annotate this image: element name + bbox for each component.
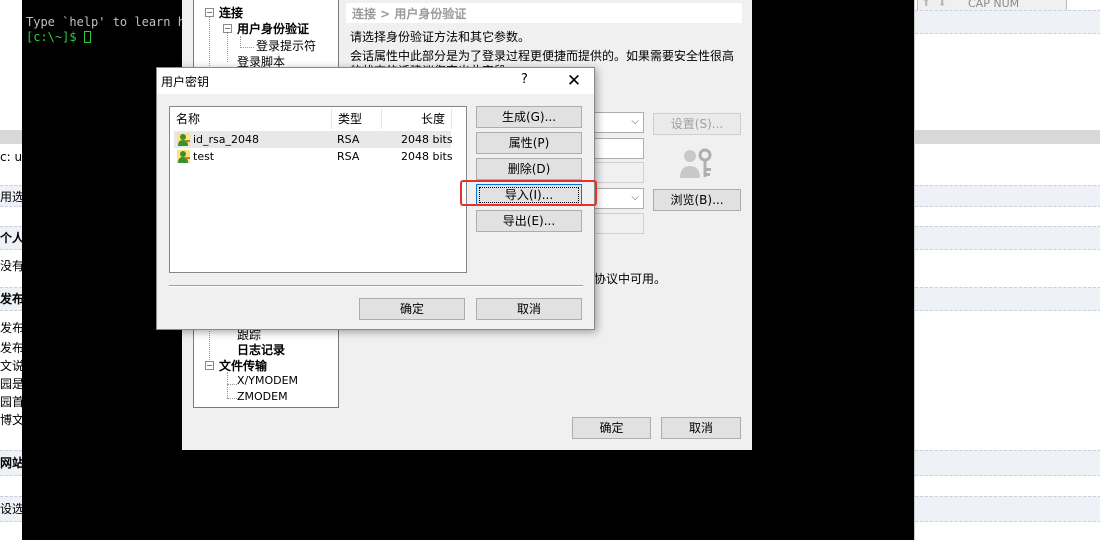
properties-button[interactable]: 属性(P)	[476, 132, 582, 154]
delete-button[interactable]: 删除(D)	[476, 158, 582, 180]
arrow-up-icon: ⬆	[922, 0, 931, 9]
password-field[interactable]	[592, 162, 644, 183]
column-header-type[interactable]: 类型	[332, 109, 382, 129]
column-header-name[interactable]: 名称	[170, 109, 332, 129]
method-select[interactable]: ⌵	[592, 112, 644, 133]
background-text: c: ul	[0, 150, 22, 164]
background-text: 用选	[0, 190, 22, 204]
tree-item-login-prompt[interactable]: 登录提示符	[256, 37, 316, 54]
chevron-down-icon: ⌵	[631, 192, 639, 203]
tree-item-connection[interactable]: 连接	[219, 4, 243, 21]
cursor	[83, 31, 91, 43]
table-row[interactable]: test RSA 2048 bits	[174, 148, 453, 165]
export-button[interactable]: 导出(E)...	[476, 210, 582, 232]
annotation-highlight	[460, 180, 597, 206]
settings-button[interactable]: 设置(S)...	[653, 113, 741, 135]
key-type: RSA	[337, 150, 360, 163]
cancel-button[interactable]: 取消	[476, 298, 582, 320]
key-length: 2048 bits	[401, 133, 453, 146]
username-field[interactable]	[592, 138, 644, 159]
dialog-titlebar[interactable]: 用户密钥 ? ✕	[157, 68, 594, 94]
separator	[0, 130, 22, 144]
background-text: 设选	[0, 502, 22, 516]
tree-item-logging[interactable]: 日志记录	[237, 341, 285, 358]
key-list[interactable]: 名称 类型 长度 id_rsa_2048 RSA 2048 bits test …	[169, 106, 467, 273]
background-text: 没有	[0, 259, 22, 273]
breadcrumb: 连接 > 用户身份验证	[346, 3, 742, 23]
key-user-icon	[177, 133, 190, 146]
cap-num-indicator: CAP NUM	[968, 0, 1020, 10]
generate-button[interactable]: 生成(G)...	[476, 106, 582, 128]
passphrase-field[interactable]	[592, 213, 644, 234]
background-text: 文说	[0, 359, 22, 373]
tree-item-file-transfer[interactable]: 文件传输	[219, 357, 267, 374]
background-text: 发布3	[0, 321, 22, 335]
tree-item-user-auth[interactable]: 用户身份验证	[237, 20, 309, 37]
cancel-button[interactable]: 取消	[661, 417, 741, 439]
user-key-icon	[680, 148, 712, 178]
description-text: 请选择身份验证方法和其它参数。	[350, 30, 531, 44]
key-name: id_rsa_2048	[193, 133, 260, 146]
background-text: 博文	[0, 413, 22, 427]
column-header-length[interactable]: 长度	[382, 109, 452, 129]
browse-button[interactable]: 浏览(B)...	[653, 189, 741, 211]
collapse-icon[interactable]: −	[223, 24, 232, 33]
protocol-note: 协议中可用。	[594, 272, 667, 286]
prompt-text: [c:\~]$	[26, 30, 84, 44]
key-length: 2048 bits	[401, 150, 453, 163]
tree-item-zmodem[interactable]: ZMODEM	[237, 390, 288, 403]
background-text: 园是	[0, 377, 22, 391]
dialog-title: 用户密钥	[161, 75, 210, 89]
background-text: 个人	[0, 231, 22, 245]
arrow-down-icon: ⬇	[938, 0, 947, 9]
terminal-help-line: Type `help' to learn h	[26, 15, 185, 29]
background-app-right: ⬆ ⬇ CAP NUM	[914, 0, 1100, 540]
divider	[169, 285, 583, 287]
key-type: RSA	[337, 133, 360, 146]
background-text: 网站	[0, 456, 22, 470]
help-icon[interactable]: ?	[521, 72, 528, 87]
terminal-prompt[interactable]: [c:\~]$	[26, 30, 91, 44]
user-key-select[interactable]: ⌵	[592, 188, 644, 209]
background-text: 发布3	[0, 341, 22, 355]
background-text: 园首	[0, 395, 22, 409]
collapse-icon[interactable]: −	[205, 8, 214, 17]
close-icon[interactable]: ✕	[561, 69, 587, 93]
ok-button[interactable]: 确定	[359, 298, 465, 320]
key-user-icon	[177, 150, 190, 163]
collapse-icon[interactable]: −	[205, 361, 214, 370]
chevron-down-icon: ⌵	[631, 116, 639, 127]
ok-button[interactable]: 确定	[572, 417, 651, 439]
key-name: test	[193, 150, 215, 163]
table-row[interactable]: id_rsa_2048 RSA 2048 bits	[174, 131, 453, 148]
background-text: 发布	[0, 292, 22, 306]
background-app-sliver: c: ul 用选 个人 没有 发布 发布3 发布3 文说 园是 园首 博文 网站…	[0, 0, 22, 540]
tree-item-xymodem[interactable]: X/YMODEM	[237, 374, 298, 387]
